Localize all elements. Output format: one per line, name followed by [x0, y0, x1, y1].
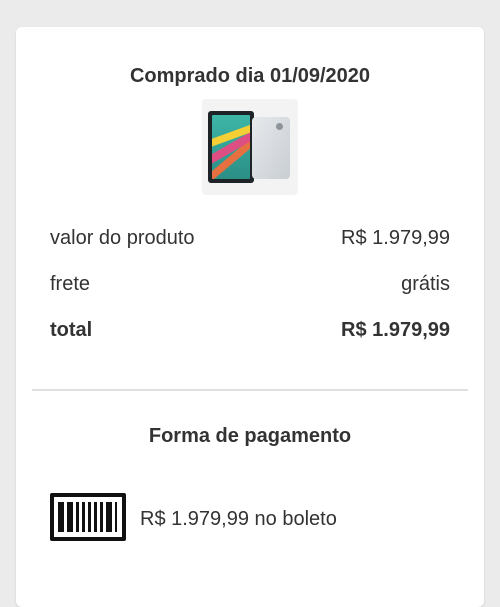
total-row: total R$ 1.979,99 [50, 317, 450, 343]
order-details-card: Comprado dia 01/09/2020 valor do produto… [16, 27, 484, 607]
product-thumbnail[interactable] [202, 99, 298, 195]
purchase-date-title: Comprado dia 01/09/2020 [129, 65, 371, 87]
payment-method-text: R$ 1.979,99 no boleto [140, 508, 337, 530]
total-label: total [50, 319, 93, 341]
tablet-back-image [252, 117, 290, 179]
barcode-icon [50, 493, 126, 541]
shipping-value: grátis [401, 273, 450, 295]
shipping-label: frete [50, 273, 91, 295]
section-divider [32, 389, 468, 391]
product-value-label: valor do produto [50, 227, 195, 249]
total-amount: R$ 1.979,99 [341, 319, 450, 341]
shipping-row: frete grátis [50, 271, 450, 297]
product-value-row: valor do produto R$ 1.979,99 [50, 225, 450, 251]
payment-method-title: Forma de pagamento [148, 425, 352, 447]
tablet-front-image [208, 111, 254, 183]
product-value-amount: R$ 1.979,99 [341, 227, 450, 249]
